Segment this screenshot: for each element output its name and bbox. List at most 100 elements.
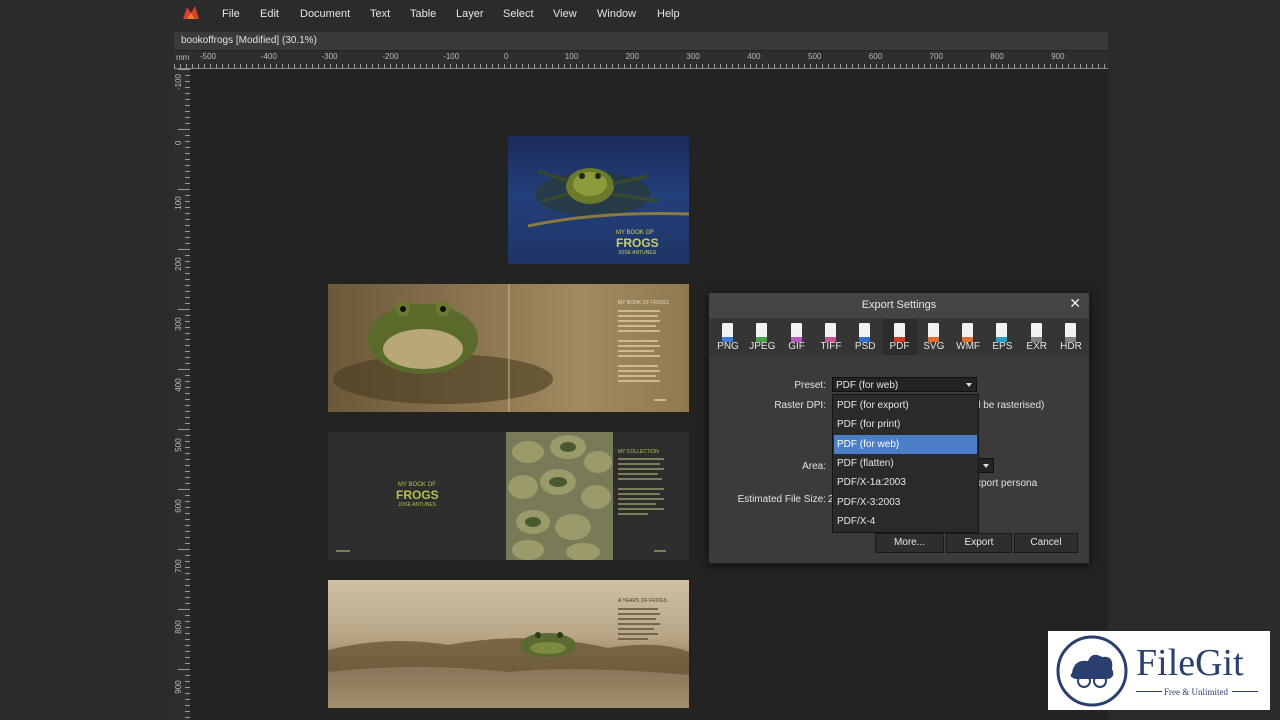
pdf-file-icon (893, 323, 905, 342)
ruler-tick-label: -200 (382, 52, 399, 61)
spread2-title-2: FROGS (396, 488, 439, 502)
export-button[interactable]: Export (946, 533, 1012, 553)
eps-file-icon (996, 323, 1008, 342)
menu-document[interactable]: Document (300, 8, 350, 20)
format-tab-tiff[interactable]: TIFF (814, 319, 848, 355)
preset-option[interactable]: PDF (for export) (834, 396, 977, 415)
preset-option[interactable]: PDF (for web) (834, 434, 977, 454)
format-tab-wmf[interactable]: WMF (951, 319, 985, 355)
menu-layer[interactable]: Layer (456, 8, 484, 20)
menu-help[interactable]: Help (657, 8, 680, 20)
preset-option[interactable]: PDF/X-4 (834, 512, 977, 531)
format-tab-label: JPEG (749, 341, 776, 352)
menu-bar: File Edit Document Text Table Layer Sele… (0, 0, 1280, 32)
format-tab-label: EPS (992, 341, 1013, 352)
page-spread-2[interactable]: MY BOOK OF FROGS JOSE ANTUNES MY COLLECT… (328, 432, 689, 560)
raster-hint: ll be rasterised) (976, 400, 1045, 411)
cancel-button[interactable]: Cancel (1014, 533, 1078, 553)
menu-window[interactable]: Window (597, 8, 636, 20)
document-tab-title: bookoffrogs [Modified] (30.1%) (181, 35, 318, 46)
format-tab-png[interactable]: PNG (711, 319, 745, 355)
chevron-down-icon (983, 464, 989, 468)
menu-file[interactable]: File (222, 8, 240, 20)
preset-select[interactable]: PDF (for web) (832, 377, 977, 392)
area-label: Area: (802, 461, 826, 472)
ruler-tick-label: 600 (868, 52, 883, 61)
file-size-label: Estimated File Size: (737, 494, 826, 505)
app-logo-icon (183, 6, 199, 19)
ruler-tick-label: -500 (200, 52, 217, 61)
menu-select[interactable]: Select (503, 8, 534, 20)
page-spread-3[interactable]: A YEARS OF FROGS (328, 580, 689, 708)
menu-table[interactable]: Table (410, 8, 436, 20)
cover-author: JOSE ANTUNES (618, 250, 657, 256)
format-tab-label: PNG (717, 341, 739, 352)
format-tab-pdf[interactable]: PDF (882, 319, 917, 355)
ruler-tick-label: -100 (174, 74, 183, 91)
watermark-tagline: Free & Unlimited (1164, 687, 1228, 697)
filegit-logo-icon (1056, 635, 1128, 707)
ruler-tick-label: 300 (174, 317, 183, 331)
format-tab-label: TIFF (820, 341, 842, 352)
watermark-divider (1232, 691, 1258, 692)
format-tab-exr[interactable]: EXR (1020, 319, 1054, 355)
preset-option[interactable]: PDF/X-3:2003 (834, 493, 977, 512)
format-tab-eps[interactable]: EPS (985, 319, 1019, 355)
ruler-tick-label: -100 (443, 52, 460, 61)
ruler-tick-label: -300 (321, 52, 338, 61)
ruler-tick-label: 100 (174, 196, 183, 210)
ruler-tick-label: 300 (686, 52, 700, 61)
document-tab[interactable]: bookoffrogs [Modified] (30.1%) (174, 32, 1108, 51)
menu-view[interactable]: View (553, 8, 577, 20)
ruler-tick-label: 500 (174, 438, 183, 452)
watermark-divider (1136, 691, 1162, 692)
ruler-tick-label: 900 (1051, 52, 1065, 61)
left-panel (0, 32, 174, 720)
ruler-tick-label: -400 (260, 52, 277, 61)
preset-option[interactable]: PDF/X-1a:2003 (834, 473, 977, 492)
menu-text[interactable]: Text (370, 8, 390, 20)
page-cover[interactable]: MY BOOK OF FROGS JOSE ANTUNES (508, 136, 689, 264)
menu-edit[interactable]: Edit (260, 8, 279, 20)
preset-option[interactable]: PDF (for print) (834, 415, 977, 434)
more-button[interactable]: More... (875, 533, 944, 553)
ruler-tick-label: 600 (174, 498, 183, 513)
preset-dropdown-list: PDF (for export) PDF (for print) PDF (for … (832, 394, 979, 533)
ruler-tick-label: 200 (625, 52, 639, 61)
psd-file-icon (859, 323, 871, 342)
ruler-tick-label: 800 (174, 619, 183, 634)
format-tab-label: WMF (956, 341, 981, 352)
close-icon[interactable]: ✕ (1069, 295, 1081, 312)
gif-file-icon (790, 323, 802, 342)
ruler-tick-label: 800 (990, 52, 1004, 61)
format-tab-psd[interactable]: PSD (848, 319, 882, 355)
format-tab-label: PDF (889, 341, 910, 352)
format-tab-jpeg[interactable]: JPEG (745, 319, 779, 355)
format-tab-gif[interactable]: GIF (780, 319, 814, 355)
right-panel (1108, 32, 1280, 720)
spread2-heading: MY COLLECTION (618, 449, 659, 455)
format-tab-label: SVG (923, 341, 945, 352)
preset-label: Preset: (794, 380, 826, 391)
page-spread-1[interactable]: MY BOOK OF FROGS (328, 284, 689, 412)
watermark-brand: FileGit (1136, 642, 1244, 684)
ruler-tick-label: 500 (808, 52, 822, 61)
raster-dpi-label: Raster DPI: (774, 400, 826, 411)
hdr-file-icon (1065, 323, 1076, 342)
ruler-tick-label: 700 (174, 559, 183, 573)
format-tab-label: GIF (788, 341, 805, 352)
ruler-tick-label: 200 (174, 256, 183, 271)
format-tab-svg[interactable]: SVG (917, 319, 951, 355)
wmf-file-icon (962, 323, 974, 342)
filegit-watermark: FileGit Free & Unlimited (1048, 631, 1270, 710)
ruler-tick-label: 400 (174, 377, 183, 392)
cover-title-2: FROGS (616, 236, 659, 250)
svg-file-icon (927, 323, 939, 342)
ruler-tick-label: 400 (747, 52, 761, 61)
preset-option[interactable]: PDF (flatten) (834, 454, 977, 473)
png-file-icon (722, 323, 733, 342)
horizontal-ruler[interactable] (174, 51, 1108, 69)
ruler-tick-label: 0 (504, 52, 509, 61)
spread3-heading: A YEARS OF FROGS (618, 598, 667, 604)
format-tab-hdr[interactable]: HDR (1054, 319, 1088, 355)
